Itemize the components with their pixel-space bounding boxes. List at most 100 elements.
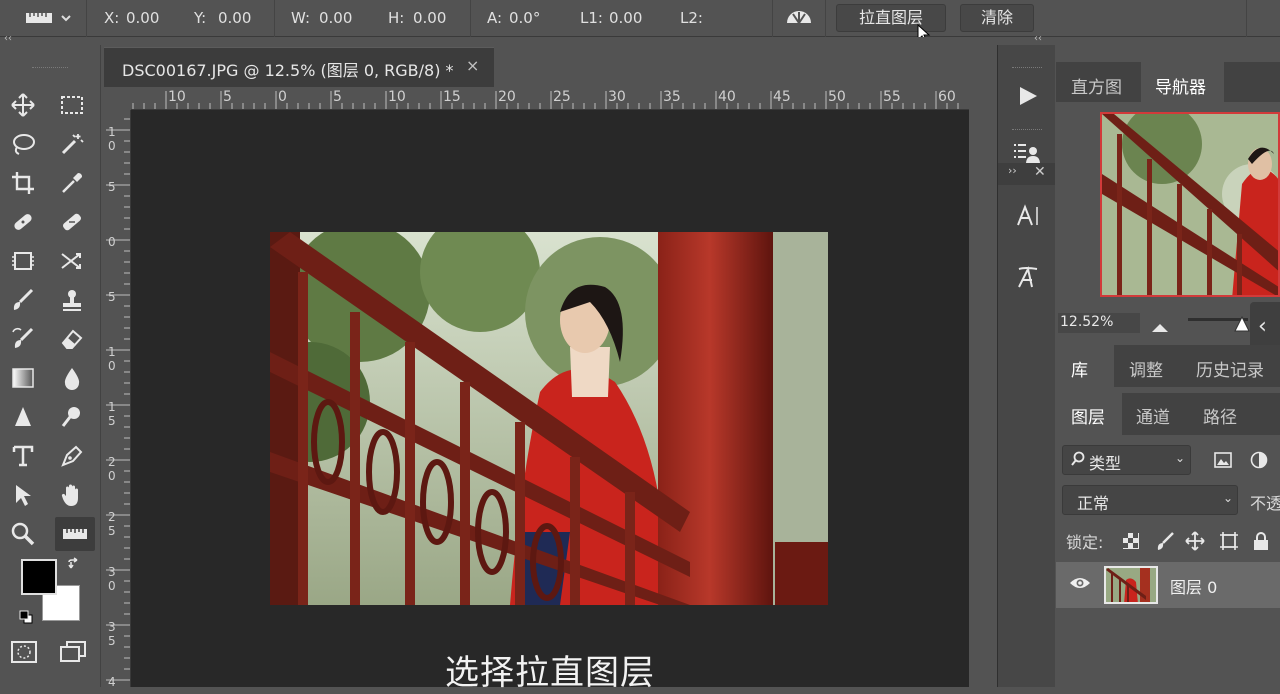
lock-all-icon[interactable] — [1253, 531, 1269, 555]
zoom-tool-icon[interactable] — [6, 517, 40, 551]
vertical-ruler-ticks — [106, 118, 130, 681]
screen-mode-icon[interactable] — [60, 641, 88, 667]
divider — [772, 0, 773, 37]
eyedropper-tool-icon[interactable] — [55, 166, 89, 200]
hand-tool-icon[interactable] — [55, 478, 89, 512]
ruler-label: 10 — [168, 89, 186, 105]
ruler-label: 1 0 — [108, 345, 116, 373]
default-colors-icon[interactable] — [19, 609, 33, 628]
collapse-left-icon[interactable]: ‹‹ — [4, 33, 12, 44]
tab-libraries[interactable]: 库 — [1071, 356, 1088, 381]
clear-button[interactable]: 清除 — [960, 4, 1034, 32]
dodge-tool-icon[interactable] — [55, 400, 89, 434]
healing-brush-icon[interactable] — [55, 205, 89, 239]
dock-grip[interactable] — [1012, 129, 1042, 131]
dock-grip[interactable] — [1012, 67, 1042, 69]
document-photo[interactable] — [270, 232, 828, 605]
chevron-down-icon: ⌄ — [1175, 451, 1186, 465]
options-bar: X: 0.00 Y: 0.00 W: 0.00 H: 0.00 A: 0.0° … — [0, 0, 1280, 44]
tab-history[interactable]: 历史记录 — [1196, 356, 1264, 381]
l1-label: L1: — [580, 9, 603, 27]
collapsed-panel-dock: ›› ✕ — [997, 45, 1055, 687]
ruler-tool-icon[interactable] — [55, 517, 95, 551]
toolbar-grip[interactable] — [32, 67, 68, 69]
eraser-tool-icon[interactable] — [55, 322, 89, 356]
zoom-field[interactable]: 12.52% — [1058, 313, 1140, 333]
brush-tool-icon[interactable] — [6, 283, 40, 317]
tab-channels[interactable]: 通道 — [1136, 403, 1170, 428]
ruler-label: 0 — [278, 89, 287, 105]
lock-label: 锁定: — [1066, 533, 1104, 552]
quick-mask-icon[interactable] — [11, 641, 37, 667]
foreground-color-swatch[interactable] — [21, 559, 57, 595]
type-tool-icon[interactable] — [6, 439, 40, 473]
clone-stamp-tool-icon[interactable] — [55, 283, 89, 317]
photo-illustration — [270, 232, 828, 605]
paragraph-style-icon[interactable] — [1015, 265, 1041, 295]
pen-tool-icon[interactable] — [55, 439, 89, 473]
crop-tool-icon[interactable] — [6, 166, 40, 200]
lock-transparent-pixels-icon[interactable] — [1122, 532, 1140, 554]
filter-image-layers-icon[interactable] — [1214, 452, 1232, 472]
zoom-slider-thumb[interactable] — [1234, 315, 1250, 336]
history-brush-icon[interactable] — [6, 322, 40, 356]
navigator-thumbnail[interactable] — [1100, 112, 1280, 297]
spot-healing-brush-icon[interactable] — [6, 205, 40, 239]
magic-wand-tool-icon[interactable] — [55, 127, 89, 161]
tab-layers[interactable]: 图层 — [1071, 403, 1105, 428]
layer-visibility-eye-icon[interactable] — [1069, 575, 1091, 595]
actions-play-icon[interactable] — [1017, 85, 1039, 111]
expand-icon[interactable]: ›› — [1008, 164, 1017, 177]
ruler-label: 55 — [883, 89, 901, 105]
divider — [274, 0, 275, 37]
y-value: 0.00 — [218, 9, 252, 27]
angle-value: 0.0° — [509, 9, 541, 27]
sharpen-tool-icon[interactable] — [6, 400, 40, 434]
layer-name[interactable]: 图层 0 — [1170, 574, 1217, 598]
ruler-label: 40 — [718, 89, 736, 105]
close-dock-icon[interactable]: ✕ — [1034, 164, 1046, 180]
tab-adjustments[interactable]: 调整 — [1129, 356, 1163, 381]
gradient-tool-icon[interactable] — [6, 361, 40, 395]
zoom-out-icon[interactable] — [1152, 317, 1168, 336]
filter-adjustment-layers-icon[interactable] — [1250, 451, 1268, 473]
swap-colors-icon[interactable] — [66, 557, 82, 577]
angle-label: A: — [487, 9, 503, 27]
ruler-label: 5 — [333, 89, 342, 105]
panel-collapse-strip: ‹‹ ‹‹ — [0, 33, 1280, 45]
lock-artboard-icon[interactable] — [1219, 531, 1239, 555]
h-label: H: — [388, 9, 405, 27]
tab-histogram[interactable]: 直方图 — [1071, 73, 1122, 98]
ruler-label: 4 — [108, 675, 116, 687]
frame-tool-icon[interactable] — [6, 244, 40, 278]
x-value: 0.00 — [126, 9, 160, 27]
toolbar — [0, 45, 101, 687]
collapse-right-icon[interactable]: ‹‹ — [1034, 33, 1042, 44]
ruler-label: 2 0 — [108, 455, 116, 483]
horizontal-ruler[interactable]: 10 5 0 5 10 15 20 25 30 35 40 45 50 55 60 — [131, 87, 969, 110]
blur-tool-icon[interactable] — [55, 361, 89, 395]
content-aware-move-icon[interactable] — [55, 244, 89, 278]
lock-image-pixels-icon[interactable] — [1155, 531, 1175, 555]
marquee-tool-icon[interactable] — [55, 88, 89, 122]
layer-filter-dropdown[interactable]: 类型 ⌄ — [1062, 445, 1191, 475]
ruler-origin[interactable] — [104, 87, 131, 110]
move-tool-icon[interactable] — [6, 88, 40, 122]
tab-navigator[interactable]: 导航器 — [1155, 73, 1206, 98]
blend-mode-dropdown[interactable]: 正常 ⌄ — [1062, 485, 1238, 515]
ruler-label: 1 5 — [108, 400, 116, 428]
lock-position-icon[interactable] — [1185, 531, 1205, 555]
divider — [470, 0, 471, 37]
ruler-label: 10 — [388, 89, 406, 105]
path-selection-tool-icon[interactable] — [6, 478, 40, 512]
ruler-label: 1 0 — [108, 125, 116, 153]
layer-row[interactable]: 图层 0 — [1056, 562, 1280, 608]
close-tab-icon[interactable]: × — [466, 56, 479, 75]
ruler-tool-preset-icon[interactable] — [22, 10, 72, 32]
tab-paths[interactable]: 路径 — [1203, 403, 1237, 428]
vertical-ruler[interactable]: 1 0 5 0 5 1 0 1 5 2 0 2 5 3 0 3 5 4 — [104, 110, 131, 687]
lasso-tool-icon[interactable] — [6, 127, 40, 161]
use-measurement-scale-icon[interactable] — [785, 9, 813, 31]
document-tab[interactable]: DSC00167.JPG @ 12.5% (图层 0, RGB/8) * × — [104, 47, 494, 87]
character-panel-icon[interactable] — [1015, 203, 1041, 233]
